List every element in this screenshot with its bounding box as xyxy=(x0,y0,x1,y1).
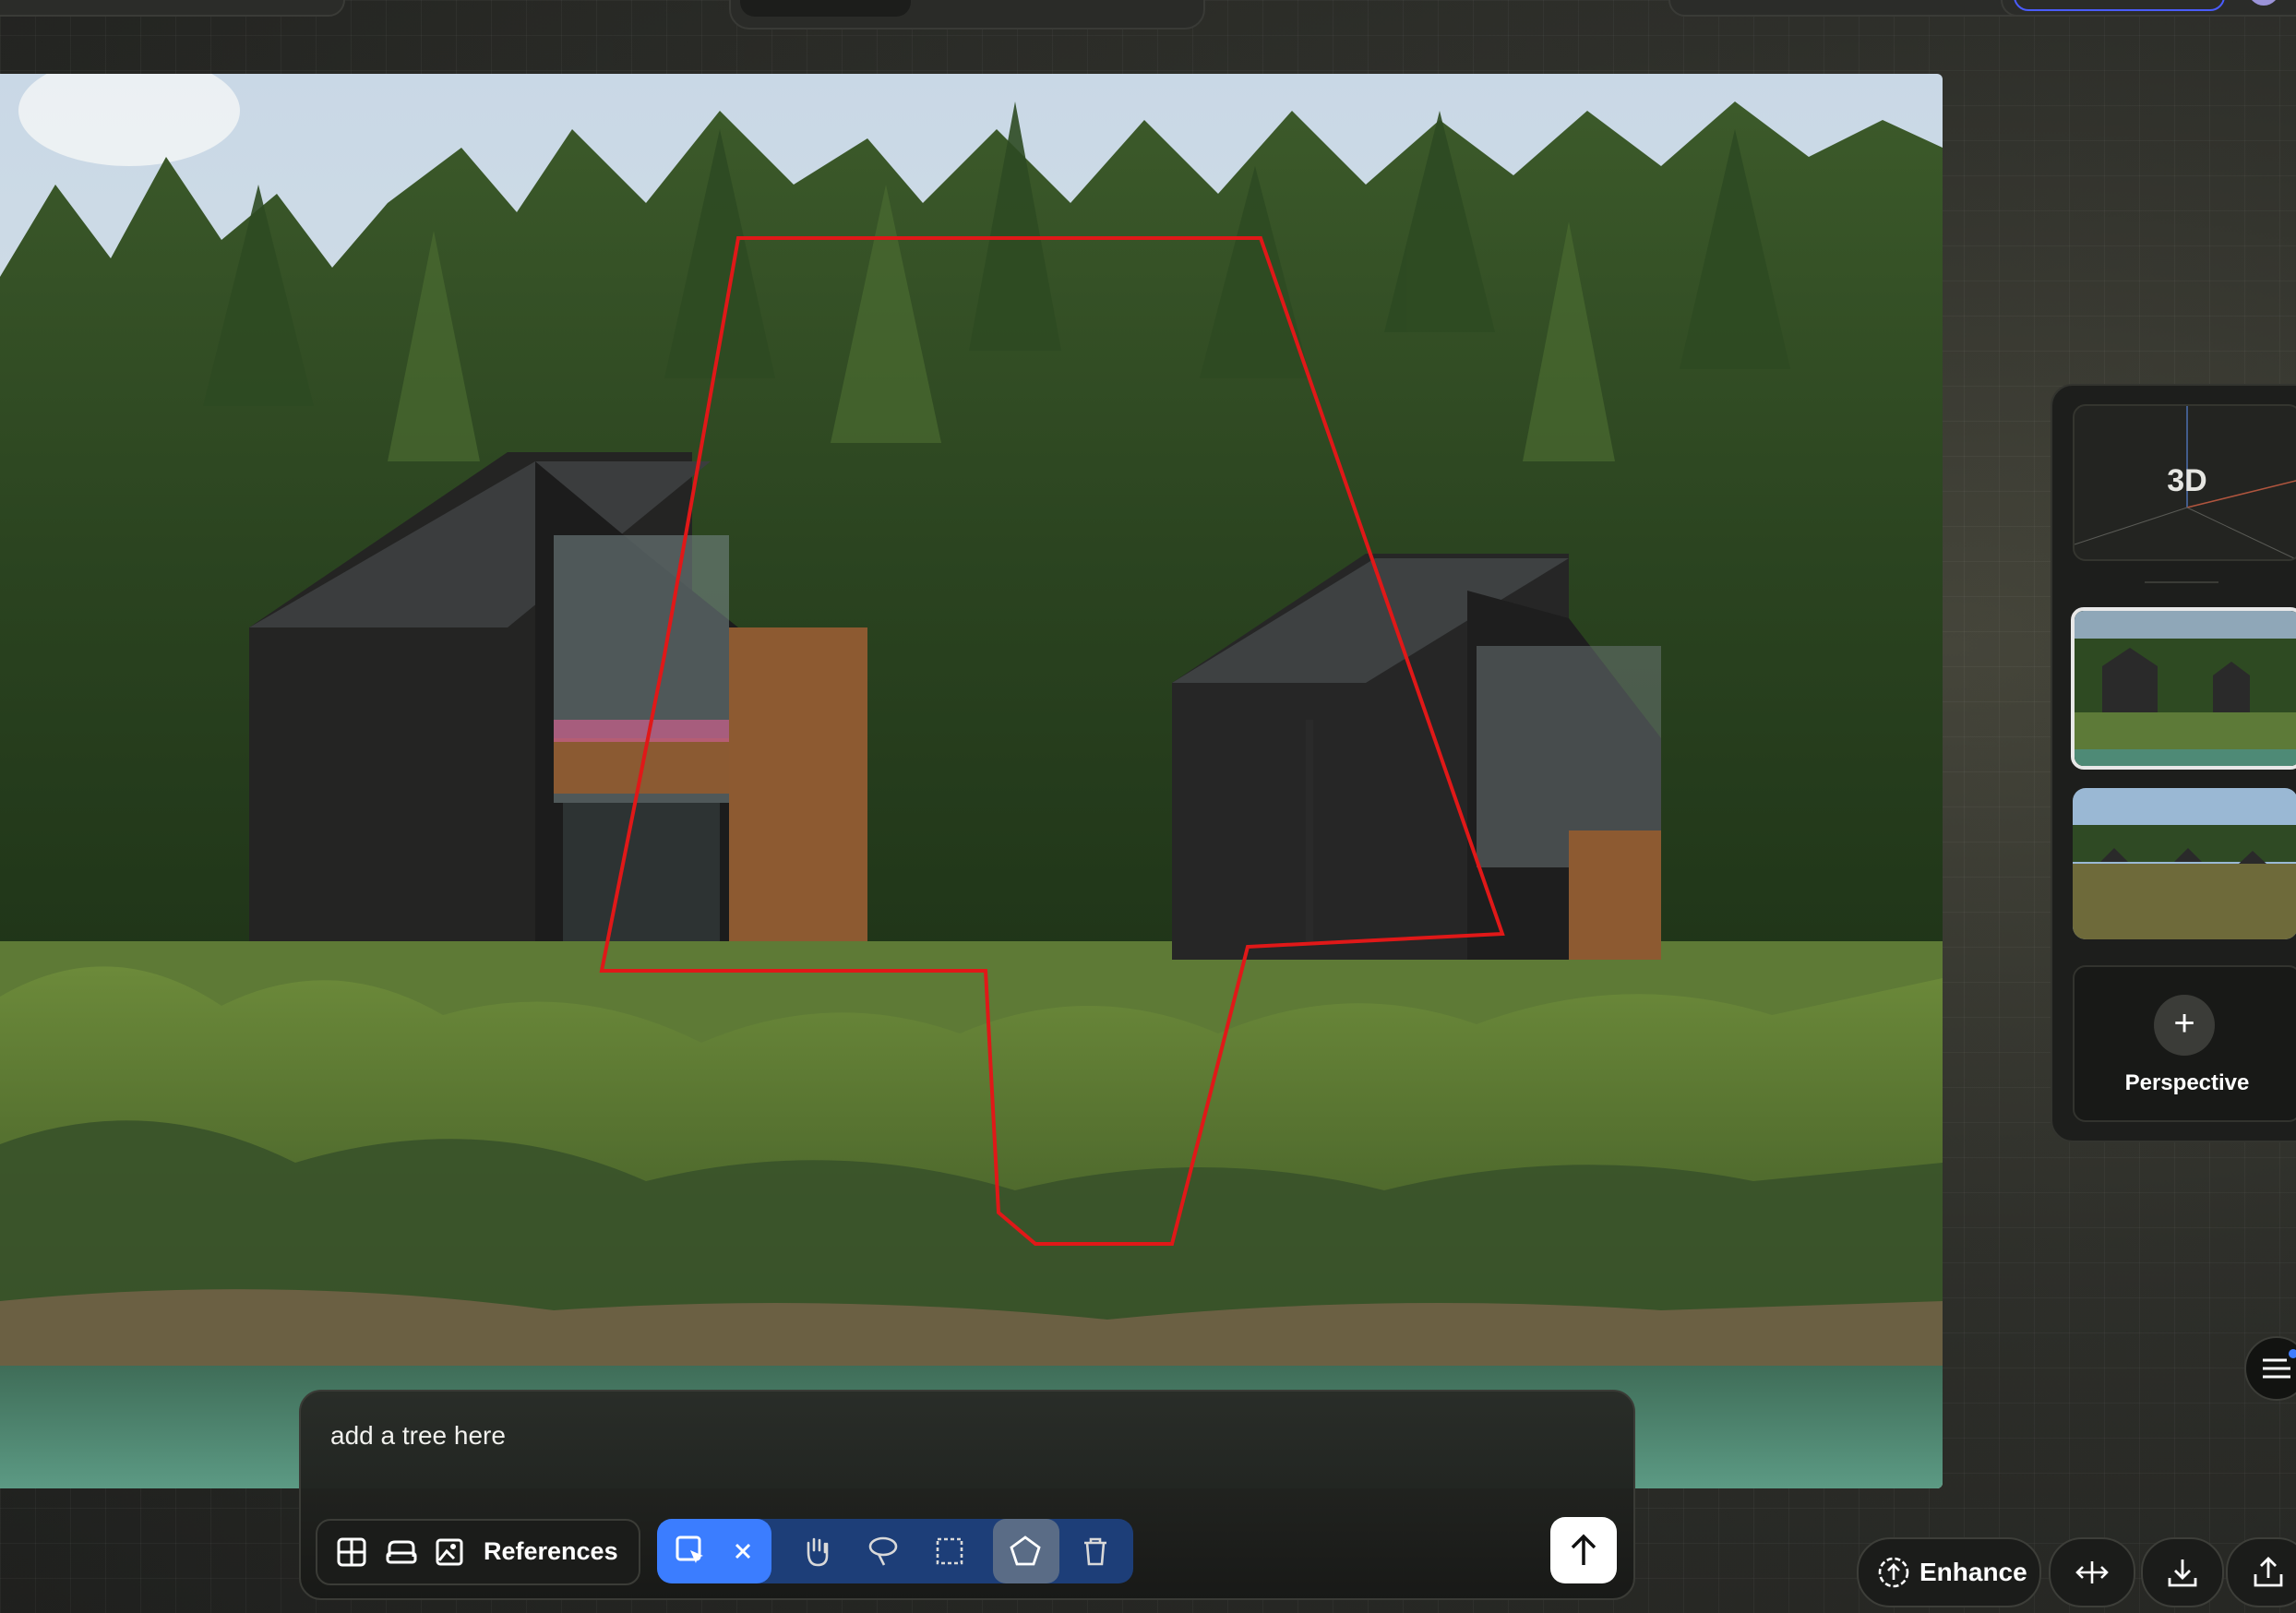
image-upload-icon[interactable] xyxy=(434,1535,469,1570)
upgrade-button[interactable] xyxy=(2014,0,2225,11)
list-icon xyxy=(2263,1358,2290,1379)
thumbnail-image xyxy=(2073,788,2296,939)
move-button[interactable] xyxy=(2049,1537,2135,1607)
account-toolbar[interactable] xyxy=(2001,0,2296,17)
prompt-input[interactable]: add a tree here xyxy=(330,1421,506,1451)
render-canvas[interactable] xyxy=(0,74,1943,1488)
add-perspective-button[interactable]: + Perspective xyxy=(2073,965,2296,1122)
thumbnail-image xyxy=(2075,611,2296,766)
share-button[interactable] xyxy=(2226,1537,2296,1607)
notification-dot xyxy=(2289,1349,2296,1358)
render-image xyxy=(0,74,1943,1488)
select-cursor-icon[interactable] xyxy=(674,1534,709,1569)
add-perspective-label: Perspective xyxy=(2124,1070,2250,1095)
hand-icon[interactable] xyxy=(799,1534,834,1569)
references-label[interactable]: References xyxy=(484,1537,618,1566)
mode-tabs[interactable] xyxy=(729,0,1205,30)
sofa-icon[interactable] xyxy=(384,1535,419,1570)
tab-render-active[interactable] xyxy=(740,0,911,17)
reference-toolbar: References xyxy=(316,1519,640,1585)
polygon-icon[interactable] xyxy=(1008,1534,1043,1569)
trash-icon[interactable] xyxy=(1078,1534,1113,1569)
selection-toolbar xyxy=(657,1519,1133,1583)
download-button[interactable] xyxy=(2141,1537,2224,1607)
close-icon[interactable] xyxy=(725,1534,760,1569)
enhance-icon xyxy=(1878,1557,1909,1588)
view-3d-card[interactable]: 3D xyxy=(2073,404,2296,561)
share-icon xyxy=(2254,1557,2283,1587)
avatar[interactable] xyxy=(2248,0,2279,6)
grid-icon[interactable] xyxy=(334,1535,369,1570)
lasso-icon[interactable] xyxy=(866,1534,901,1569)
rect-select-icon[interactable] xyxy=(932,1534,967,1569)
perspective-thumbnail-1-selected[interactable] xyxy=(2071,607,2296,770)
send-button[interactable] xyxy=(1550,1517,1617,1583)
prompt-panel: add a tree here References xyxy=(299,1390,1635,1600)
enhance-button[interactable]: Enhance xyxy=(1857,1537,2041,1607)
layers-list-button[interactable] xyxy=(2244,1336,2296,1401)
plus-icon: + xyxy=(2154,995,2215,1056)
view-3d-label: 3D xyxy=(2167,463,2207,498)
enhance-label: Enhance xyxy=(1919,1558,2027,1586)
move-icon xyxy=(2075,1561,2109,1583)
perspective-thumbnail-2[interactable] xyxy=(2073,788,2296,939)
perspectives-panel: 3D + Perspective xyxy=(2051,384,2296,1142)
top-right-toolbar[interactable] xyxy=(1668,0,2051,17)
download-icon xyxy=(2168,1559,2197,1587)
top-left-toolbar[interactable] xyxy=(0,0,345,17)
divider xyxy=(2145,581,2218,583)
arrow-up-icon xyxy=(1571,1534,1596,1565)
